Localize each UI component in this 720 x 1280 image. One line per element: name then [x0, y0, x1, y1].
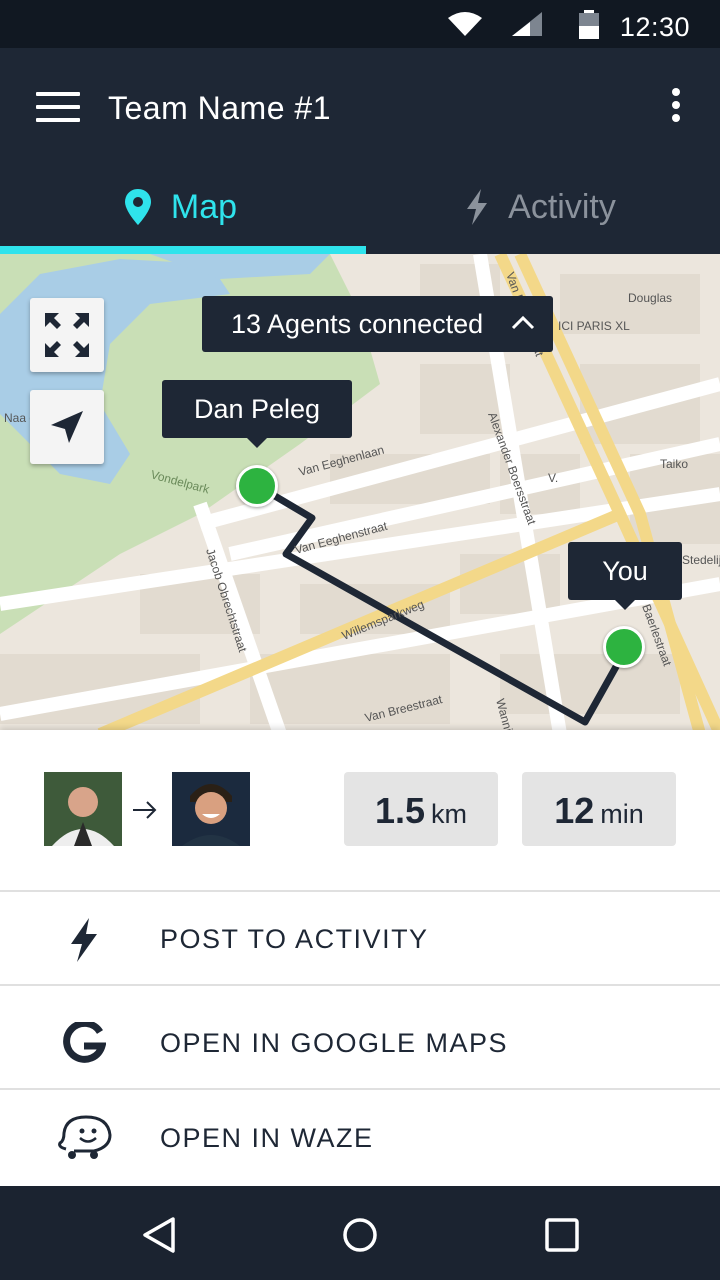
distance-badge: 1.5 km — [344, 772, 498, 846]
home-circle-icon — [343, 1218, 377, 1252]
fullscreen-button[interactable] — [30, 298, 104, 372]
signal-icon — [512, 12, 542, 36]
tab-activity-label: Activity — [508, 187, 616, 226]
waze-icon — [54, 1092, 114, 1184]
marker-label-you: You — [568, 542, 682, 610]
more-vert-icon — [672, 88, 680, 96]
overflow-menu-button[interactable] — [668, 88, 684, 126]
duration-unit: min — [600, 799, 644, 829]
expand-icon — [45, 313, 89, 357]
system-nav-bar — [0, 1186, 720, 1280]
agent-marker-dan[interactable] — [236, 465, 278, 507]
chevron-up-icon — [511, 315, 535, 330]
agents-connected-toggle[interactable]: 13 Agents connected — [202, 296, 553, 352]
arrow-right-icon — [133, 801, 157, 819]
open-waze-button[interactable]: OPEN IN WAZE — [0, 1092, 720, 1184]
recents-button[interactable] — [537, 1210, 587, 1260]
locate-button[interactable] — [30, 390, 104, 464]
route-info: 1.5 km 12 min — [0, 730, 720, 892]
app-bar: Team Name #1 Map Activity — [0, 48, 720, 254]
marker-label-dan: Dan Peleg — [162, 380, 352, 448]
tab-map[interactable]: Map — [0, 160, 360, 254]
distance-unit: km — [431, 799, 468, 829]
status-time: 12:30 — [619, 12, 690, 42]
home-button[interactable] — [335, 1210, 385, 1260]
map-view[interactable]: Van Eeghenlaan Van Eeghenstraat Alexande… — [0, 254, 720, 734]
recents-square-icon — [545, 1218, 579, 1252]
battery-icon — [579, 10, 599, 39]
post-to-activity-label: POST TO ACTIVITY — [160, 923, 429, 954]
open-waze-label: OPEN IN WAZE — [160, 1122, 374, 1153]
poi-label: ICI PARIS XL — [558, 319, 630, 333]
lightning-icon — [467, 189, 488, 225]
lightning-icon — [54, 894, 114, 986]
google-icon — [54, 998, 114, 1090]
status-bar: 12:30 — [0, 0, 720, 48]
menu-button[interactable] — [36, 92, 82, 126]
poi-label: V. — [548, 471, 558, 485]
hamburger-icon — [36, 92, 80, 96]
wifi-icon — [448, 12, 482, 36]
agents-connected-label: 13 Agents connected — [231, 308, 484, 339]
tab-map-label: Map — [170, 187, 238, 226]
agent-marker-you[interactable] — [603, 626, 645, 668]
tab-activity[interactable]: Activity — [360, 160, 720, 254]
duration-badge: 12 min — [522, 772, 676, 846]
route-sheet: 1.5 km 12 min POST TO ACTIVITY OPEN IN G… — [0, 730, 720, 1186]
duration-value: 12 — [554, 790, 595, 831]
poi-label: Stedelijk Ams — [682, 553, 720, 567]
map-pin-icon — [124, 189, 151, 225]
open-google-maps-button[interactable]: OPEN IN GOOGLE MAPS — [0, 998, 720, 1090]
avatar-to — [172, 772, 250, 846]
back-button[interactable] — [134, 1210, 184, 1260]
poi-label: Taiko — [660, 457, 688, 471]
post-to-activity-button[interactable]: POST TO ACTIVITY — [0, 894, 720, 986]
avatar-image — [44, 772, 122, 846]
distance-value: 1.5 — [374, 790, 426, 831]
navigation-arrow-icon — [51, 411, 83, 443]
open-google-maps-label: OPEN IN GOOGLE MAPS — [160, 1027, 509, 1058]
poi-label: Douglas — [628, 291, 672, 305]
back-triangle-icon — [143, 1217, 175, 1253]
avatar-image — [172, 772, 250, 846]
tab-indicator — [0, 246, 366, 254]
team-title: Team Name #1 — [108, 90, 331, 126]
avatar-from — [44, 772, 122, 846]
